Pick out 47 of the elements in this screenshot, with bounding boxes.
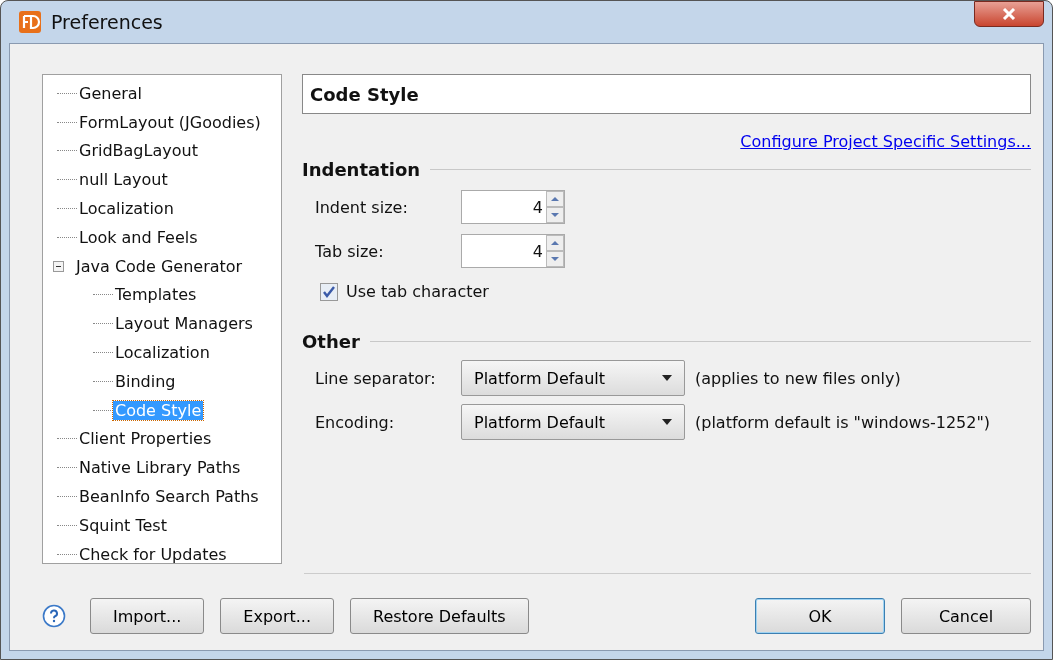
dialog-button[interactable]: OK bbox=[755, 598, 885, 634]
tree-item[interactable]: Native Library Paths bbox=[77, 458, 243, 478]
tree-item[interactable]: null Layout bbox=[77, 170, 170, 190]
checkbox[interactable] bbox=[320, 282, 338, 301]
app-logo-icon bbox=[19, 11, 41, 33]
field-label: Encoding: bbox=[315, 412, 396, 432]
section-heading: Indentation bbox=[302, 159, 421, 180]
section-heading: Other bbox=[302, 331, 360, 352]
caret-icon bbox=[662, 419, 672, 425]
dialog-button[interactable]: Export... bbox=[220, 598, 334, 634]
dropdown[interactable]: Platform Default bbox=[461, 404, 685, 440]
help-icon[interactable] bbox=[42, 604, 66, 628]
spinner-arrows-icon[interactable] bbox=[546, 235, 564, 267]
close-button[interactable] bbox=[974, 1, 1044, 27]
spinner-arrows-icon[interactable] bbox=[546, 191, 564, 223]
tree-item[interactable]: Localization bbox=[113, 343, 212, 363]
hint-text: (platform default is "windows-1252") bbox=[695, 412, 991, 432]
dropdown[interactable]: Platform Default bbox=[461, 360, 685, 396]
tree-item[interactable]: Layout Managers bbox=[113, 314, 255, 334]
tree-item[interactable]: General bbox=[77, 83, 145, 103]
dialog-button[interactable]: Restore Defaults bbox=[350, 598, 529, 634]
tree-item[interactable]: Localization bbox=[77, 199, 176, 219]
number-spinner[interactable]: 4 bbox=[461, 234, 565, 268]
tree-item[interactable]: Client Properties bbox=[77, 429, 214, 449]
close-icon bbox=[1001, 8, 1017, 20]
tree-item[interactable]: GridBagLayout bbox=[77, 141, 200, 161]
tree-item[interactable]: Binding bbox=[113, 371, 178, 391]
page-title: Code Style bbox=[302, 74, 1031, 114]
tree-item[interactable]: FormLayout (JGoodies) bbox=[77, 112, 263, 132]
tree-item[interactable]: BeanInfo Search Paths bbox=[77, 487, 261, 507]
tree-item[interactable]: Look and Feels bbox=[77, 227, 200, 247]
tree-item[interactable]: Templates bbox=[113, 285, 199, 305]
dialog-button[interactable]: Import... bbox=[90, 598, 205, 634]
dialog-button[interactable]: Cancel bbox=[901, 598, 1031, 634]
tree-item[interactable]: Squint Test bbox=[77, 515, 169, 535]
hint-text: (applies to new files only) bbox=[695, 368, 901, 388]
window-title: Preferences bbox=[51, 11, 163, 33]
tree-item[interactable]: Java Code Generator bbox=[74, 256, 245, 276]
checkbox-label: Use tab character bbox=[346, 282, 489, 301]
field-label: Line separator: bbox=[315, 368, 437, 388]
field-label: Tab size: bbox=[315, 241, 385, 261]
collapse-icon[interactable] bbox=[53, 260, 64, 272]
tree-item[interactable]: Check for Updates bbox=[77, 544, 229, 564]
number-spinner[interactable]: 4 bbox=[461, 190, 565, 224]
settings-link[interactable]: Configure Project Specific Settings... bbox=[740, 132, 1031, 151]
field-label: Indent size: bbox=[315, 197, 409, 217]
caret-icon bbox=[662, 375, 672, 381]
